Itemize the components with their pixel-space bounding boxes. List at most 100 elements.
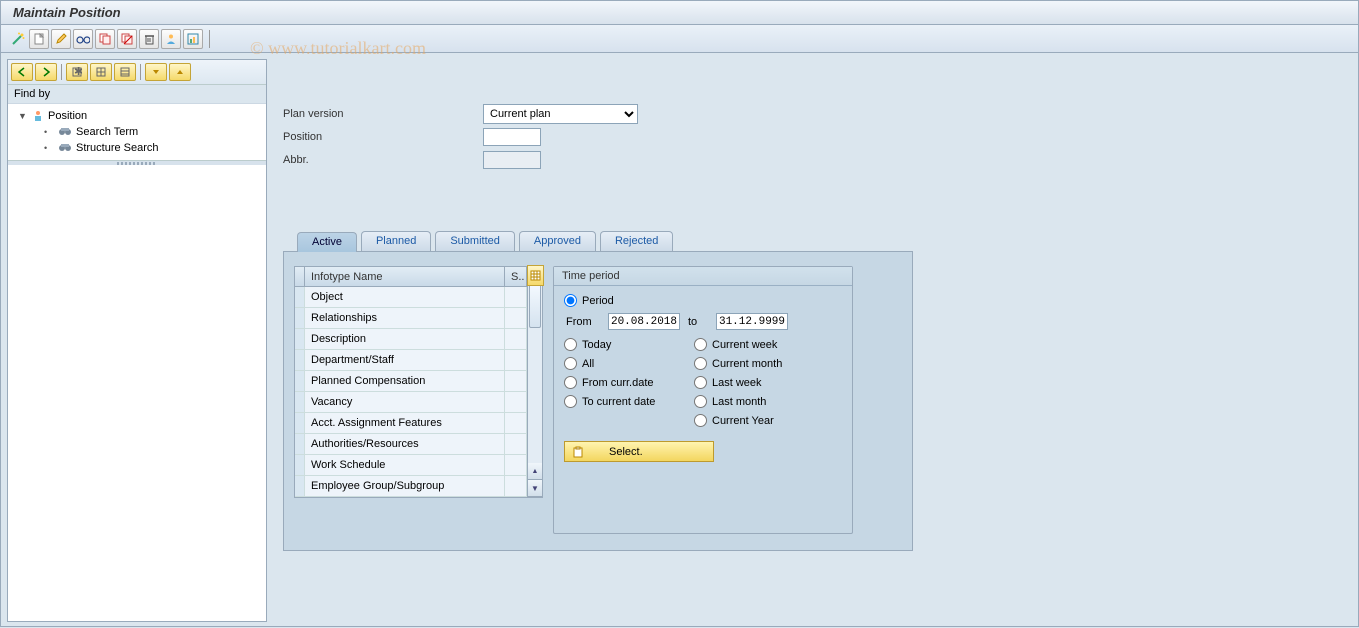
binoculars-icon — [58, 126, 72, 138]
status-cell — [505, 329, 527, 350]
row-selector[interactable] — [295, 308, 305, 329]
row-selector[interactable] — [295, 287, 305, 308]
table-row[interactable]: Work Schedule — [305, 455, 505, 476]
row-selector[interactable] — [295, 434, 305, 455]
scroll-down-icon[interactable]: ▼ — [528, 480, 542, 497]
table-config-button[interactable] — [527, 265, 544, 286]
table-row[interactable]: Object — [305, 287, 505, 308]
bullet-icon: • — [44, 127, 54, 137]
radio-current-year[interactable]: Current Year — [694, 414, 834, 427]
row-selector[interactable] — [295, 476, 305, 497]
infotype-block: Infotype Name S.. Object Relationships D… — [294, 266, 543, 534]
to-date-input[interactable] — [716, 313, 788, 330]
scroll-track[interactable] — [528, 284, 542, 463]
row-selector-header — [295, 267, 305, 287]
status-cell — [505, 350, 527, 371]
tree-node-structure-search[interactable]: • Structure Search — [10, 140, 264, 156]
tree-label: Search Term — [76, 126, 138, 138]
table-row[interactable]: Acct. Assignment Features — [305, 413, 505, 434]
tree-node-position[interactable]: ▼ Position — [10, 108, 264, 124]
status-cell — [505, 371, 527, 392]
svg-text:✱: ✱ — [74, 67, 82, 77]
table-row[interactable]: Planned Compensation — [305, 371, 505, 392]
row-selector[interactable] — [295, 371, 305, 392]
nav-tool2-icon[interactable] — [90, 63, 112, 81]
overview-icon[interactable] — [183, 29, 203, 49]
table-row[interactable]: Authorities/Resources — [305, 434, 505, 455]
tree-empty-area — [8, 161, 266, 621]
radio-current-week[interactable]: Current week — [694, 338, 834, 351]
row-selector[interactable] — [295, 392, 305, 413]
edit-icon[interactable] — [51, 29, 71, 49]
row-selector[interactable] — [295, 455, 305, 476]
delete-icon[interactable] — [139, 29, 159, 49]
nav-down-icon[interactable] — [145, 63, 167, 81]
plan-version-select[interactable]: Current plan — [483, 104, 638, 124]
copy-icon[interactable] — [95, 29, 115, 49]
table-row[interactable]: Vacancy — [305, 392, 505, 413]
row-selector[interactable] — [295, 329, 305, 350]
infotype-table: Infotype Name S.. Object Relationships D… — [294, 266, 528, 498]
status-cell — [505, 476, 527, 497]
row-selector[interactable] — [295, 350, 305, 371]
wand-icon[interactable] — [9, 29, 27, 49]
person-icon[interactable] — [161, 29, 181, 49]
radio-last-month[interactable]: Last month — [694, 395, 834, 408]
radio-all[interactable]: All — [564, 357, 694, 370]
radio-period[interactable]: Period — [564, 294, 842, 307]
object-tree: ▼ Position • Search Term • Structure Sea… — [8, 104, 266, 161]
row-selector[interactable] — [295, 413, 305, 434]
bullet-icon: • — [44, 143, 54, 153]
main-content: Plan version Current plan Position Abbr.… — [273, 53, 1358, 628]
delimit-icon[interactable] — [117, 29, 137, 49]
status-cell — [505, 413, 527, 434]
nav-forward-icon[interactable] — [35, 63, 57, 81]
from-date-input[interactable] — [608, 313, 680, 330]
nav-up-icon[interactable] — [169, 63, 191, 81]
tab-approved[interactable]: Approved — [519, 231, 596, 251]
tab-submitted[interactable]: Submitted — [435, 231, 515, 251]
app-toolbar — [1, 25, 1358, 53]
tab-planned[interactable]: Planned — [361, 231, 431, 251]
table-row[interactable]: Description — [305, 329, 505, 350]
table-scrollbar[interactable]: ▲ ▲ ▼ — [528, 266, 543, 498]
table-settings-icon — [530, 270, 541, 281]
status-cell — [505, 434, 527, 455]
nav-tool3-icon[interactable] — [114, 63, 136, 81]
left-panel: ✱ Find by ▼ Position • Search Term • Str… — [7, 59, 267, 622]
scroll-thumb[interactable] — [529, 284, 541, 328]
tab-active[interactable]: Active — [297, 232, 357, 252]
abbr-label: Abbr. — [283, 154, 483, 166]
scroll-small-up-icon[interactable]: ▲ — [528, 463, 542, 480]
abbr-input — [483, 151, 541, 169]
radio-last-week[interactable]: Last week — [694, 376, 834, 389]
plan-version-label: Plan version — [283, 108, 483, 120]
table-row[interactable]: Relationships — [305, 308, 505, 329]
select-button-label: Select. — [609, 446, 643, 458]
tree-node-search-term[interactable]: • Search Term — [10, 124, 264, 140]
expand-icon[interactable]: ▼ — [18, 111, 28, 121]
nav-tool1-icon[interactable]: ✱ — [66, 63, 88, 81]
select-button[interactable]: Select. — [564, 441, 714, 462]
position-input[interactable] — [483, 128, 541, 146]
col-status[interactable]: S.. — [505, 267, 527, 287]
to-label: to — [688, 316, 708, 328]
radio-from-curr-date[interactable]: From curr.date — [564, 376, 694, 389]
col-infotype-name[interactable]: Infotype Name — [305, 267, 505, 287]
position-label: Position — [283, 131, 483, 143]
tree-label: Structure Search — [76, 142, 159, 154]
nav-back-icon[interactable] — [11, 63, 33, 81]
new-icon[interactable] — [29, 29, 49, 49]
radio-to-current-date[interactable]: To current date — [564, 395, 694, 408]
radio-today[interactable]: Today — [564, 338, 694, 351]
radio-current-month[interactable]: Current month — [694, 357, 834, 370]
status-cell — [505, 455, 527, 476]
status-tabs: Active Planned Submitted Approved Reject… — [283, 231, 1348, 251]
table-row[interactable]: Department/Staff — [305, 350, 505, 371]
time-period-box: Time period Period From to Today Current… — [553, 266, 853, 534]
glasses-icon[interactable] — [73, 29, 93, 49]
table-row[interactable]: Employee Group/Subgroup — [305, 476, 505, 497]
tab-rejected[interactable]: Rejected — [600, 231, 673, 251]
from-label: From — [566, 316, 600, 328]
status-cell — [505, 308, 527, 329]
